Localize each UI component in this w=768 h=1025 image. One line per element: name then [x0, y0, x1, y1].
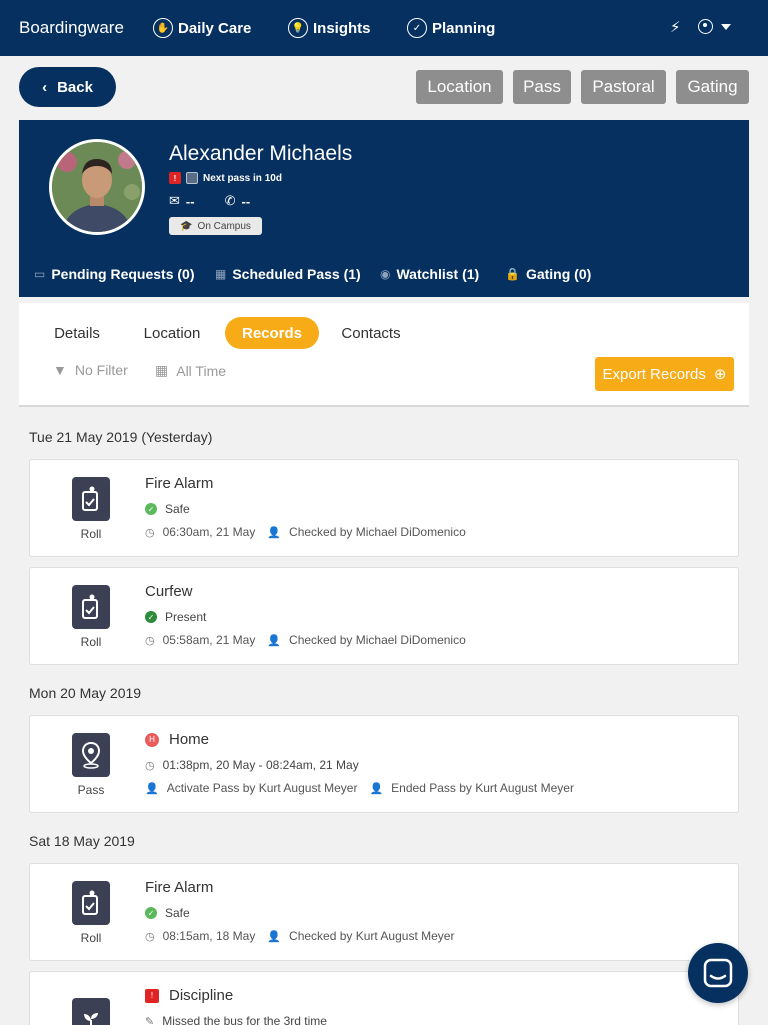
warning-icon: !: [169, 172, 181, 184]
note-icon: ✎: [145, 1015, 155, 1025]
clock-icon: ◷: [145, 759, 155, 772]
record-type: Pass: [77, 783, 105, 797]
pastoral-button[interactable]: Pastoral: [581, 70, 666, 104]
records-panel: Details Location Records Contacts ▼ No F…: [19, 303, 749, 407]
record-card[interactable]: Roll Fire Alarm ✓ Safe ◷ 08:15am, 18 May…: [29, 863, 739, 961]
email-icon: ✉: [169, 193, 180, 208]
chat-button[interactable]: [688, 943, 748, 1003]
record-type: Roll: [80, 635, 102, 649]
next-pass: ! Next pass in 10d: [169, 172, 282, 184]
record-title: Fire Alarm: [145, 879, 214, 896]
check-circle-icon: ✓: [145, 611, 157, 623]
record-note: ✎ Missed the bus for the 3rd time: [145, 1014, 327, 1025]
map-pin-icon: [72, 733, 110, 777]
scheduled-pass[interactable]: ▦ Scheduled Pass (1): [215, 266, 361, 282]
brand-logo[interactable]: Boardingware: [19, 18, 124, 38]
record-time: ◷ 01:38pm, 20 May - 08:24am, 21 May: [145, 758, 359, 772]
pending-requests[interactable]: ▭ Pending Requests (0): [34, 266, 194, 282]
calendar-icon: ▦: [155, 362, 169, 378]
date-header: Tue 21 May 2019 (Yesterday): [29, 429, 213, 445]
check-circle-icon: ✓: [145, 503, 157, 515]
tab-details[interactable]: Details: [41, 317, 113, 349]
nav-planning[interactable]: ✓ Planning: [407, 17, 495, 39]
record-meta: 👤 Activate Pass by Kurt August Meyer 👤 E…: [145, 781, 574, 795]
date-header: Mon 20 May 2019: [29, 685, 142, 701]
record-card[interactable]: ! Discipline ✎ Missed the bus for the 3r…: [29, 971, 739, 1025]
record-title: H Home: [145, 731, 209, 748]
time-dropdown[interactable]: ▦ All Time: [155, 362, 226, 379]
filter-dropdown[interactable]: ▼ No Filter: [53, 362, 128, 378]
avatar: [49, 139, 145, 235]
home-badge: H: [145, 732, 159, 747]
pass-button[interactable]: Pass: [513, 70, 571, 104]
gating-button[interactable]: Gating: [676, 70, 749, 104]
sprout-icon: [72, 998, 110, 1025]
calendar-icon: ▦: [215, 267, 227, 281]
record-card[interactable]: Roll Curfew ✓ Present ◷ 05:58am, 21 May …: [29, 567, 739, 665]
download-icon: ⊕: [713, 366, 727, 383]
record-status: ✓ Safe: [145, 502, 190, 516]
phone-icon: ✆: [224, 193, 236, 208]
bolt-icon[interactable]: ⚡: [670, 18, 681, 36]
roll-icon: [72, 477, 110, 521]
graduation-cap-icon: 🎓: [180, 220, 193, 232]
nav-daily-care[interactable]: ✋ Daily Care: [153, 17, 251, 39]
record-type: Roll: [80, 527, 102, 541]
lock-icon: 🔒: [505, 267, 520, 281]
record-type: Roll: [80, 931, 102, 945]
gating[interactable]: 🔒 Gating (0): [505, 266, 591, 282]
chat-icon: [703, 958, 733, 988]
bulb-icon: 💡: [288, 18, 308, 38]
date-header: Sat 18 May 2019: [29, 833, 135, 849]
tab-records[interactable]: Records: [225, 317, 319, 349]
person-icon: 👤: [267, 930, 282, 943]
record-status: ✓ Safe: [145, 906, 190, 920]
record-title: ! Discipline: [145, 987, 233, 1004]
roll-icon: [72, 881, 110, 925]
status-badge: 🎓 On Campus: [169, 217, 262, 235]
inbox-icon: ▭: [34, 267, 46, 281]
clock-icon: ◷: [145, 634, 155, 647]
camera-icon: [186, 172, 198, 184]
person-icon: 👤: [369, 782, 384, 795]
student-name: Alexander Michaels: [169, 142, 353, 165]
roll-icon: [72, 585, 110, 629]
chevron-down-icon: [721, 23, 731, 30]
chevron-left-icon: ‹: [42, 78, 48, 96]
calendar-check-icon: ✓: [407, 18, 427, 38]
back-button[interactable]: ‹ Back: [19, 67, 116, 107]
filter-icon: ▼: [53, 362, 67, 378]
user-icon: [698, 19, 713, 34]
person-icon: 👤: [145, 782, 159, 795]
record-meta: ◷ 08:15am, 18 May 👤 Checked by Kurt Augu…: [145, 929, 455, 943]
record-title: Fire Alarm: [145, 475, 214, 492]
person-icon: 👤: [267, 526, 282, 539]
location-button[interactable]: Location: [416, 70, 503, 104]
warning-icon: !: [145, 988, 159, 1003]
eye-icon: ◉: [380, 267, 391, 281]
record-card[interactable]: Roll Fire Alarm ✓ Safe ◷ 06:30am, 21 May…: [29, 459, 739, 557]
clock-icon: ◷: [145, 930, 155, 943]
clock-icon: ◷: [145, 526, 155, 539]
record-status: ✓ Present: [145, 610, 206, 624]
tab-location[interactable]: Location: [134, 317, 210, 349]
export-records-button[interactable]: Export Records ⊕: [595, 357, 734, 391]
top-nav: Boardingware ✋ Daily Care 💡 Insights ✓ P…: [0, 0, 768, 56]
watchlist[interactable]: ◉ Watchlist (1): [380, 266, 479, 282]
person-icon: 👤: [267, 634, 282, 647]
user-menu[interactable]: [698, 19, 731, 34]
contact-info: ✉ -- ✆ --: [169, 193, 251, 209]
record-meta: ◷ 05:58am, 21 May 👤 Checked by Michael D…: [145, 633, 466, 647]
profile-banner: Alexander Michaels ! Next pass in 10d ✉ …: [19, 120, 749, 297]
tab-contacts[interactable]: Contacts: [331, 317, 411, 349]
hand-icon: ✋: [153, 18, 173, 38]
nav-insights[interactable]: 💡 Insights: [288, 17, 371, 39]
check-circle-icon: ✓: [145, 907, 157, 919]
record-title: Curfew: [145, 583, 193, 600]
record-meta: ◷ 06:30am, 21 May 👤 Checked by Michael D…: [145, 525, 466, 539]
record-card[interactable]: Pass H Home ◷ 01:38pm, 20 May - 08:24am,…: [29, 715, 739, 813]
